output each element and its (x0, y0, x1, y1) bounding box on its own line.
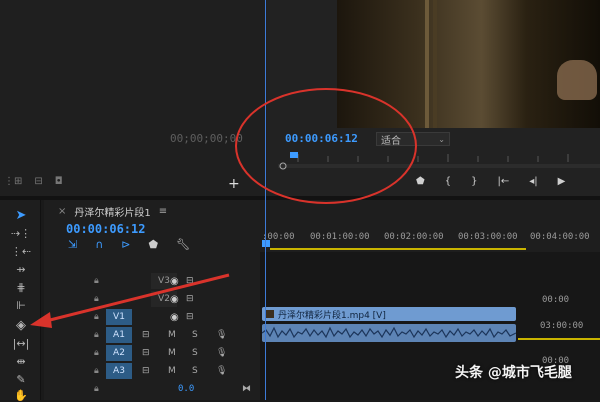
sync-lock-icon[interactable]: ⊟ (142, 366, 150, 376)
work-area-bar[interactable] (270, 248, 526, 250)
sequence-tab[interactable]: × 丹泽尔精彩片段1 ≡ (58, 204, 167, 219)
side-timecode: 03:00:00 (540, 321, 584, 331)
step-back-icon[interactable]: ◂| (529, 176, 537, 187)
track-select-tool-icon[interactable]: ⇢⋮ (10, 226, 32, 240)
side-timecode: 00:00 (542, 295, 570, 305)
add-marker-icon[interactable]: ⬟ (416, 176, 425, 187)
annotation-circle (235, 88, 417, 204)
program-transport-bar: ⬟ { } |← ◂| ▶ (416, 176, 565, 187)
ruler-label: 00:04:00:00 (530, 232, 590, 242)
master-track-header: 🔒︎ 0.0 ⧓ (44, 380, 260, 398)
source-timecode[interactable]: 00;00;00;00 (170, 132, 243, 145)
go-to-end-icon[interactable]: ⧓ (242, 384, 251, 394)
mute-icon[interactable]: M (168, 348, 176, 358)
yellow-marker-line (518, 338, 600, 340)
microphone-icon[interactable]: 🎙︎ (216, 366, 227, 376)
nest-icon[interactable]: ⇲ (68, 238, 77, 251)
track-header-a3: 🔒︎ A3 ⊟ M S 🎙︎ (44, 362, 260, 380)
insert-icon[interactable]: ⋮⊞ (4, 176, 22, 187)
source-monitor-panel (0, 0, 267, 196)
add-button-icon[interactable]: + (228, 176, 240, 192)
clip-thumbnail-icon (266, 310, 274, 318)
pen-tool-icon[interactable]: ✎ (10, 372, 32, 386)
timeline-toolbar: ⇲ ∩ ⊳ ⬟ 🔧︎ (68, 238, 190, 251)
wrench-icon[interactable]: 🔧︎ (176, 238, 190, 251)
annotation-arrow (30, 273, 230, 328)
mute-icon[interactable]: M (168, 366, 176, 376)
clip-label: 丹泽尔精彩片段1.mp4 [V] (278, 310, 386, 321)
master-volume-value[interactable]: 0.0 (178, 384, 194, 394)
snap-icon[interactable]: ∩ (95, 238, 103, 251)
solo-icon[interactable]: S (192, 366, 198, 376)
mark-out-icon[interactable]: } (471, 176, 477, 187)
lock-icon[interactable]: 🔒︎ (94, 348, 99, 358)
source-patch-a2[interactable]: A2 (106, 345, 132, 361)
play-icon[interactable]: ▶ (558, 176, 566, 187)
hand-shape (557, 60, 597, 100)
sync-lock-icon[interactable]: ⊟ (142, 348, 150, 358)
track-select-backward-icon[interactable]: ⋮⇠ (10, 244, 32, 258)
chevron-down-icon: ⌄ (438, 134, 445, 144)
playhead-line[interactable] (265, 0, 266, 400)
slip-tool-icon[interactable]: |↔| (10, 336, 32, 350)
overwrite-icon[interactable]: ⊟ (34, 176, 42, 187)
ruler-label: 00:02:00:00 (384, 232, 444, 242)
selection-tool-icon[interactable]: ➤ (10, 208, 32, 223)
go-to-in-icon[interactable]: |← (497, 176, 509, 187)
source-transport-bar: ⋮⊞ ⊟ ◘ (4, 176, 63, 187)
close-icon[interactable]: × (58, 206, 66, 217)
marker-icon[interactable]: ⬟ (149, 238, 159, 251)
door-edge-shape (433, 0, 437, 128)
linked-selection-icon[interactable]: ⊳ (121, 238, 130, 251)
solo-icon[interactable]: S (192, 348, 198, 358)
timeline-playhead-marker[interactable] (262, 240, 270, 247)
track-header-a2: 🔒︎ A2 ⊟ M S 🎙︎ (44, 344, 260, 362)
microphone-icon[interactable]: 🎙︎ (216, 348, 227, 358)
sequence-name: 丹泽尔精彩片段1 (74, 208, 151, 219)
mark-in-icon[interactable]: { (445, 176, 451, 187)
lock-icon[interactable]: 🔒︎ (94, 366, 99, 376)
door-edge-shape (425, 0, 429, 128)
export-frame-icon[interactable]: ◘ (55, 176, 63, 187)
video-clip[interactable]: 丹泽尔精彩片段1.mp4 [V] (262, 307, 516, 321)
ruler-label: 00:01:00:00 (310, 232, 370, 242)
ruler-label: 00:03:00:00 (458, 232, 518, 242)
audio-clip[interactable] (262, 324, 516, 342)
slide-tool-icon[interactable]: ⇹ (10, 354, 32, 368)
menu-icon[interactable]: ≡ (159, 206, 167, 217)
lock-icon[interactable]: 🔒︎ (94, 384, 99, 394)
source-patch-a3[interactable]: A3 (106, 363, 132, 379)
timeline-timecode[interactable]: 00:00:06:12 (66, 222, 145, 236)
watermark-text: 头条 @城市飞毛腿 (455, 365, 572, 381)
